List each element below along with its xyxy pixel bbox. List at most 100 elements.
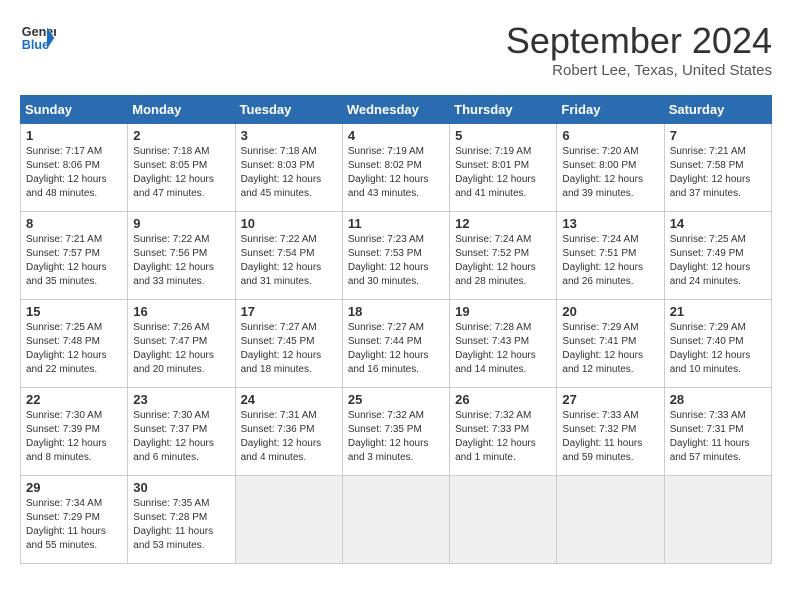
day-number: 30 — [133, 480, 229, 495]
day-number: 5 — [455, 128, 551, 143]
day-number: 8 — [26, 216, 122, 231]
calendar-cell — [664, 476, 771, 564]
calendar-week-1: 1 Sunrise: 7:17 AMSunset: 8:06 PMDaylight… — [21, 124, 772, 212]
day-number: 9 — [133, 216, 229, 231]
day-number: 6 — [562, 128, 658, 143]
day-number: 18 — [348, 304, 444, 319]
location-subtitle: Robert Lee, Texas, United States — [506, 62, 772, 79]
cell-info: Sunrise: 7:27 AMSunset: 7:45 PMDaylight:… — [241, 321, 337, 377]
calendar-cell — [450, 476, 557, 564]
calendar-cell: 15Sunrise: 7:25 AMSunset: 7:48 PMDayligh… — [21, 300, 128, 388]
cell-info: Sunrise: 7:30 AMSunset: 7:37 PMDaylight:… — [133, 409, 229, 465]
calendar-table: SundayMondayTuesdayWednesdayThursdayFrid… — [20, 95, 772, 564]
day-number: 14 — [670, 216, 766, 231]
month-title: September 2024 — [506, 20, 772, 62]
calendar-cell — [557, 476, 664, 564]
cell-info: Sunrise: 7:35 AMSunset: 7:28 PMDaylight:… — [133, 497, 229, 553]
cell-info: Sunrise: 7:24 AMSunset: 7:51 PMDaylight:… — [562, 233, 658, 289]
day-number: 7 — [670, 128, 766, 143]
cell-info: Sunrise: 7:21 AMSunset: 7:57 PMDaylight:… — [26, 233, 122, 289]
cell-info: Sunrise: 7:22 AMSunset: 7:56 PMDaylight:… — [133, 233, 229, 289]
calendar-cell: 5 Sunrise: 7:19 AMSunset: 8:01 PMDaylight… — [450, 124, 557, 212]
calendar-cell: 26 Sunrise: 7:32 AMSunset: 7:33 PMDayligh… — [450, 388, 557, 476]
day-number: 20 — [562, 304, 658, 319]
day-number: 22 — [26, 392, 122, 407]
page-header: General Blue September 2024 Robert Lee, … — [20, 20, 772, 79]
cell-info: Sunrise: 7:18 AMSunset: 8:05 PMDaylight:… — [133, 145, 229, 201]
calendar-cell — [342, 476, 449, 564]
weekday-header-sunday: Sunday — [21, 96, 128, 124]
cell-info: Sunrise: 7:22 AMSunset: 7:54 PMDaylight:… — [241, 233, 337, 289]
cell-info: Sunrise: 7:19 AMSunset: 8:02 PMDaylight:… — [348, 145, 444, 201]
cell-info: Sunrise: 7:33 AMSunset: 7:31 PMDaylight:… — [670, 409, 766, 465]
day-number: 24 — [241, 392, 337, 407]
cell-info: Sunrise: 7:20 AMSunset: 8:00 PMDaylight:… — [562, 145, 658, 201]
weekday-header-row: SundayMondayTuesdayWednesdayThursdayFrid… — [21, 96, 772, 124]
cell-info: Sunrise: 7:28 AMSunset: 7:43 PMDaylight:… — [455, 321, 551, 377]
calendar-cell: 23Sunrise: 7:30 AMSunset: 7:37 PMDayligh… — [128, 388, 235, 476]
cell-info: Sunrise: 7:33 AMSunset: 7:32 PMDaylight:… — [562, 409, 658, 465]
day-number: 13 — [562, 216, 658, 231]
cell-info: Sunrise: 7:21 AMSunset: 7:58 PMDaylight:… — [670, 145, 766, 201]
calendar-cell: 9 Sunrise: 7:22 AMSunset: 7:56 PMDaylight… — [128, 212, 235, 300]
calendar-week-4: 22 Sunrise: 7:30 AMSunset: 7:39 PMDayligh… — [21, 388, 772, 476]
day-number: 1 — [26, 128, 122, 143]
logo: General Blue — [20, 20, 56, 56]
day-number: 11 — [348, 216, 444, 231]
cell-info: Sunrise: 7:17 AMSunset: 8:06 PMDaylight:… — [26, 145, 122, 201]
day-number: 17 — [241, 304, 337, 319]
calendar-cell: 19Sunrise: 7:28 AMSunset: 7:43 PMDayligh… — [450, 300, 557, 388]
calendar-cell: 8 Sunrise: 7:21 AMSunset: 7:57 PMDaylight… — [21, 212, 128, 300]
calendar-cell — [235, 476, 342, 564]
cell-info: Sunrise: 7:24 AMSunset: 7:52 PMDaylight:… — [455, 233, 551, 289]
calendar-cell: 29 Sunrise: 7:34 AMSunset: 7:29 PMDayligh… — [21, 476, 128, 564]
cell-info: Sunrise: 7:32 AMSunset: 7:35 PMDaylight:… — [348, 409, 444, 465]
calendar-cell: 30 Sunrise: 7:35 AMSunset: 7:28 PMDayligh… — [128, 476, 235, 564]
calendar-cell: 24 Sunrise: 7:31 AMSunset: 7:36 PMDayligh… — [235, 388, 342, 476]
day-number: 26 — [455, 392, 551, 407]
cell-info: Sunrise: 7:32 AMSunset: 7:33 PMDaylight:… — [455, 409, 551, 465]
day-number: 2 — [133, 128, 229, 143]
day-number: 3 — [241, 128, 337, 143]
day-number: 29 — [26, 480, 122, 495]
cell-info: Sunrise: 7:30 AMSunset: 7:39 PMDaylight:… — [26, 409, 122, 465]
calendar-cell: 1 Sunrise: 7:17 AMSunset: 8:06 PMDaylight… — [21, 124, 128, 212]
weekday-header-wednesday: Wednesday — [342, 96, 449, 124]
cell-info: Sunrise: 7:29 AMSunset: 7:40 PMDaylight:… — [670, 321, 766, 377]
calendar-cell: 3 Sunrise: 7:18 AMSunset: 8:03 PMDaylight… — [235, 124, 342, 212]
calendar-cell: 11 Sunrise: 7:23 AMSunset: 7:53 PMDayligh… — [342, 212, 449, 300]
cell-info: Sunrise: 7:26 AMSunset: 7:47 PMDaylight:… — [133, 321, 229, 377]
logo-icon: General Blue — [20, 20, 56, 56]
day-number: 12 — [455, 216, 551, 231]
calendar-cell: 10 Sunrise: 7:22 AMSunset: 7:54 PMDayligh… — [235, 212, 342, 300]
cell-info: Sunrise: 7:31 AMSunset: 7:36 PMDaylight:… — [241, 409, 337, 465]
calendar-cell: 14 Sunrise: 7:25 AMSunset: 7:49 PMDayligh… — [664, 212, 771, 300]
cell-info: Sunrise: 7:25 AMSunset: 7:49 PMDaylight:… — [670, 233, 766, 289]
cell-info: Sunrise: 7:23 AMSunset: 7:53 PMDaylight:… — [348, 233, 444, 289]
weekday-header-thursday: Thursday — [450, 96, 557, 124]
day-number: 27 — [562, 392, 658, 407]
weekday-header-saturday: Saturday — [664, 96, 771, 124]
calendar-cell: 12 Sunrise: 7:24 AMSunset: 7:52 PMDayligh… — [450, 212, 557, 300]
calendar-week-3: 15Sunrise: 7:25 AMSunset: 7:48 PMDayligh… — [21, 300, 772, 388]
svg-text:Blue: Blue — [22, 38, 49, 52]
day-number: 4 — [348, 128, 444, 143]
calendar-cell: 18Sunrise: 7:27 AMSunset: 7:44 PMDayligh… — [342, 300, 449, 388]
day-number: 15 — [26, 304, 122, 319]
calendar-cell: 7 Sunrise: 7:21 AMSunset: 7:58 PMDaylight… — [664, 124, 771, 212]
calendar-week-2: 8 Sunrise: 7:21 AMSunset: 7:57 PMDaylight… — [21, 212, 772, 300]
day-number: 28 — [670, 392, 766, 407]
cell-info: Sunrise: 7:18 AMSunset: 8:03 PMDaylight:… — [241, 145, 337, 201]
cell-info: Sunrise: 7:34 AMSunset: 7:29 PMDaylight:… — [26, 497, 122, 553]
calendar-cell: 4 Sunrise: 7:19 AMSunset: 8:02 PMDaylight… — [342, 124, 449, 212]
calendar-cell: 22 Sunrise: 7:30 AMSunset: 7:39 PMDayligh… — [21, 388, 128, 476]
day-number: 10 — [241, 216, 337, 231]
weekday-header-friday: Friday — [557, 96, 664, 124]
calendar-cell: 28 Sunrise: 7:33 AMSunset: 7:31 PMDayligh… — [664, 388, 771, 476]
calendar-cell: 21Sunrise: 7:29 AMSunset: 7:40 PMDayligh… — [664, 300, 771, 388]
title-area: September 2024 Robert Lee, Texas, United… — [506, 20, 772, 79]
calendar-cell: 27 Sunrise: 7:33 AMSunset: 7:32 PMDayligh… — [557, 388, 664, 476]
calendar-cell: 17 Sunrise: 7:27 AMSunset: 7:45 PMDayligh… — [235, 300, 342, 388]
cell-info: Sunrise: 7:19 AMSunset: 8:01 PMDaylight:… — [455, 145, 551, 201]
weekday-header-tuesday: Tuesday — [235, 96, 342, 124]
